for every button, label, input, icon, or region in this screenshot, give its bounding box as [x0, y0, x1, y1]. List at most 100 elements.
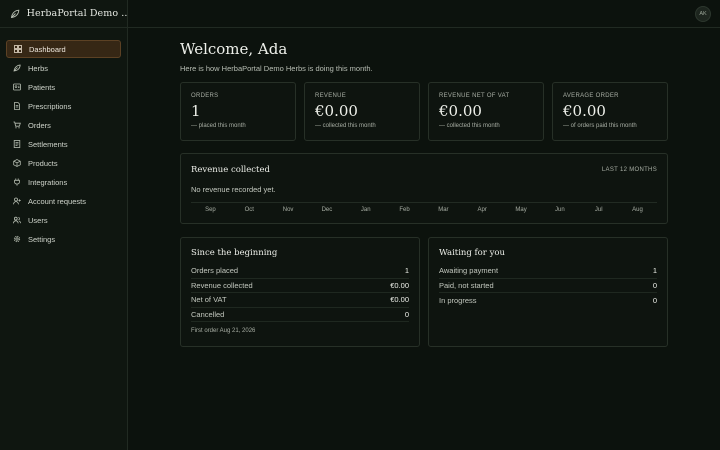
summary-row: Revenue collected €0.00: [191, 279, 409, 293]
sidebar-item-integrations[interactable]: Integrations: [6, 173, 121, 191]
month-label: Aug: [632, 207, 643, 213]
month-label: Mar: [438, 207, 449, 213]
receipt-icon: [13, 140, 21, 148]
row-value: 1: [404, 266, 409, 276]
sidebar-item-label: Users: [28, 215, 48, 225]
sidebar: HerbaPortal Demo ... Dashboard Herbs Pat…: [0, 0, 128, 450]
sidebar-item-label: Patients: [28, 82, 56, 92]
card-note: — collected this month: [439, 123, 500, 129]
main-content: Welcome, Ada Here is how HerbaPortal Dem…: [180, 40, 668, 347]
card-note: — collected this month: [315, 123, 376, 129]
sidebar-item-label: Products: [28, 158, 58, 168]
stat-cards: ORDERS 1 — placed this month REVENUE €0.…: [180, 82, 668, 141]
month-label: May: [515, 207, 527, 213]
sidebar-item-label: Prescriptions: [28, 101, 72, 111]
sidebar-nav: Dashboard Herbs Patients Prescriptions O…: [0, 28, 127, 248]
row-label: Cancelled: [191, 309, 225, 319]
card-value: €0.00: [439, 102, 482, 120]
sidebar-item-label: Dashboard: [29, 44, 66, 54]
row-value: 0: [652, 280, 657, 290]
row-label: Awaiting payment: [439, 266, 499, 276]
card-label: ORDERS: [191, 93, 219, 99]
summary-row: Orders placed 1: [191, 264, 409, 279]
sidebar-item-herbs[interactable]: Herbs: [6, 59, 121, 77]
sidebar-item-dashboard[interactable]: Dashboard: [6, 40, 121, 58]
month-label: Dec: [321, 207, 333, 213]
month-label: Jan: [360, 207, 371, 213]
top-bar: AK: [128, 0, 720, 28]
sidebar-item-patients[interactable]: Patients: [6, 78, 121, 96]
panel-title: Since the beginning: [191, 248, 278, 258]
user-plus-icon: [13, 197, 21, 205]
sidebar-item-prescriptions[interactable]: Prescriptions: [6, 97, 121, 115]
cart-icon: [13, 121, 21, 129]
sidebar-item-settings[interactable]: Settings: [6, 230, 121, 248]
revenue-title: Revenue collected: [191, 165, 270, 175]
month-label: Sep: [205, 207, 216, 213]
row-label: Revenue collected: [191, 280, 253, 290]
month-label: Jun: [555, 207, 565, 213]
users-icon: [13, 216, 21, 224]
summary-row: Net of VAT €0.00: [191, 293, 409, 308]
avatar[interactable]: AK: [695, 6, 711, 22]
box-icon: [13, 159, 21, 167]
panel-title: Waiting for you: [439, 248, 505, 258]
row-value: €0.00: [390, 280, 409, 290]
card-note: — placed this month: [191, 123, 246, 129]
waiting-row: Paid, not started 0: [439, 279, 657, 293]
sidebar-item-products[interactable]: Products: [6, 154, 121, 172]
summary-row: Cancelled 0: [191, 308, 409, 322]
card-label: REVENUE NET OF VAT: [439, 93, 510, 99]
month-label: Oct: [244, 207, 254, 213]
plug-icon: [13, 178, 21, 186]
sidebar-item-account-requests[interactable]: Account requests: [6, 192, 121, 210]
stat-card-orders: ORDERS 1 — placed this month: [180, 82, 296, 141]
sidebar-item-label: Integrations: [28, 177, 68, 187]
row-label: Paid, not started: [439, 280, 494, 290]
sidebar-item-label: Herbs: [28, 63, 49, 73]
month-label: Apr: [477, 207, 487, 213]
page-subtitle: Here is how HerbaPortal Demo Herbs is do…: [180, 64, 373, 73]
page-title: Welcome, Ada: [180, 40, 288, 58]
leaf-icon: [10, 8, 21, 19]
row-value: 0: [652, 295, 657, 305]
month-label: Jul: [594, 207, 603, 213]
revenue-range: LAST 12 MONTHS: [601, 167, 657, 173]
card-value: 1: [191, 102, 201, 120]
leaf-icon: [13, 64, 21, 72]
first-order-note: First order Aug 21, 2026: [191, 328, 256, 334]
row-label: Net of VAT: [191, 295, 227, 305]
stat-card-revenue-net: REVENUE NET OF VAT €0.00 — collected thi…: [428, 82, 544, 141]
id-card-icon: [13, 83, 21, 91]
document-icon: [13, 102, 21, 110]
brand-name: HerbaPortal Demo ...: [26, 8, 127, 19]
revenue-chart-panel: Revenue collected LAST 12 MONTHS No reve…: [180, 153, 668, 224]
row-value: 0: [404, 309, 409, 319]
month-label: Feb: [399, 207, 410, 213]
row-value: €0.00: [390, 295, 409, 305]
sidebar-item-label: Settlements: [28, 139, 68, 149]
stat-card-revenue: REVENUE €0.00 — collected this month: [304, 82, 420, 141]
waiting-panel: Waiting for you Awaiting payment 1 Paid,…: [428, 237, 668, 347]
waiting-row: Awaiting payment 1: [439, 264, 657, 279]
since-beginning-panel: Since the beginning Orders placed 1 Reve…: [180, 237, 420, 347]
row-label: In progress: [439, 295, 477, 305]
card-label: REVENUE: [315, 93, 347, 99]
revenue-empty-message: No revenue recorded yet.: [191, 185, 276, 194]
sidebar-item-orders[interactable]: Orders: [6, 116, 121, 134]
revenue-month-labels: Sep Oct Nov Dec Jan Feb Mar Apr May Jun …: [191, 207, 657, 213]
sidebar-item-settlements[interactable]: Settlements: [6, 135, 121, 153]
card-note: — of orders paid this month: [563, 123, 637, 129]
brand[interactable]: HerbaPortal Demo ...: [0, 0, 127, 28]
grid-icon: [14, 45, 22, 53]
sidebar-item-users[interactable]: Users: [6, 211, 121, 229]
card-value: €0.00: [563, 102, 606, 120]
sidebar-item-label: Account requests: [28, 196, 86, 206]
month-label: Nov: [282, 207, 294, 213]
card-label: AVERAGE ORDER: [563, 93, 619, 99]
gear-icon: [13, 235, 21, 243]
waiting-row: In progress 0: [439, 293, 657, 308]
card-value: €0.00: [315, 102, 358, 120]
sidebar-item-label: Orders: [28, 120, 51, 130]
row-value: 1: [652, 266, 657, 276]
